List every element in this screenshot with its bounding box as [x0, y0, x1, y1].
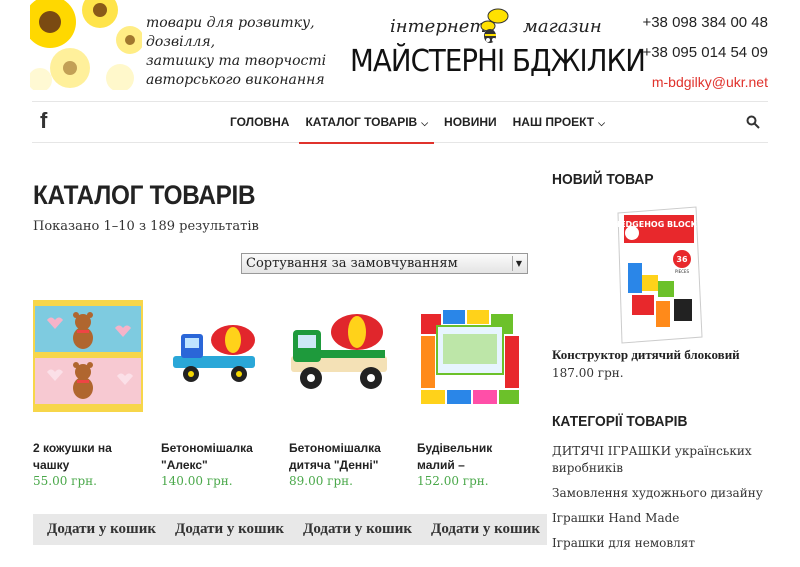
chevron-down-icon: ▼	[512, 256, 525, 271]
bee-icon	[480, 8, 509, 43]
add-to-cart-row: Додати у кошик Додати у кошик Додати у к…	[33, 514, 547, 545]
category-link[interactable]: Іграшки Hand Made	[552, 510, 782, 527]
category-link[interactable]: ДИТЯЧІ ІГРАШКИ українських виробників	[552, 443, 782, 477]
add-to-cart-button[interactable]: Додати у кошик	[175, 514, 284, 545]
sort-select[interactable]: Сортування за замовчуванням ▼	[241, 253, 528, 274]
chevron-down-icon: ⌵	[421, 118, 429, 128]
nav-item-our-project[interactable]: НАШ ПРОЕКТ ⌵	[505, 102, 613, 142]
product-price: 152.00 грн.	[417, 474, 489, 488]
nav-item-label: НОВИНИ	[444, 115, 497, 129]
nav-item-label: КАТАЛОГ ТОВАРІВ	[305, 115, 418, 129]
site-logo[interactable]: інтернет магазин МАЙСТЕРНІ БДЖІЛКИ	[348, 4, 646, 84]
box-count-text: 36	[676, 255, 688, 264]
chevron-down-icon: ⌵	[598, 118, 605, 128]
phone-number[interactable]: +38 098 384 00 48	[642, 12, 768, 42]
logo-subtitle-left: інтернет	[390, 16, 487, 37]
site-header: товари для розвитку, дозвілля, затишку т…	[0, 0, 800, 100]
tagline-line: авторського виконання	[146, 72, 325, 88]
box-unit-text: PIECES	[675, 269, 689, 274]
new-product-price: 187.00 грн.	[552, 366, 624, 380]
new-product-title[interactable]: Конструктор дитячий блоковий	[552, 347, 740, 363]
nav-menu: ГОЛОВНА КАТАЛОГ ТОВАРІВ ⌵ НОВИНИ НАШ ПРОЕ…	[222, 102, 613, 144]
main-nav: f ГОЛОВНА КАТАЛОГ ТОВАРІВ ⌵ НОВИНИ НАШ ПР…	[32, 101, 768, 144]
email-link[interactable]: m-bdgilky@ukr.net	[642, 72, 768, 92]
category-link[interactable]: Іграшки для немовлят	[552, 535, 782, 552]
nav-item-news[interactable]: НОВИНИ	[436, 102, 505, 142]
contact-block: +38 098 384 00 48 +38 095 014 54 09 m-bd…	[642, 12, 768, 92]
add-to-cart-button[interactable]: Додати у кошик	[47, 514, 156, 545]
product-image[interactable]	[417, 300, 527, 412]
new-product-heading: НОВИЙ ТОВАР	[552, 171, 654, 188]
sunflower-decoration	[30, 0, 142, 90]
tagline-line: товари для розвитку, дозвілля,	[146, 15, 315, 50]
nav-item-label: ГОЛОВНА	[230, 115, 290, 129]
result-count: Показано 1–10 з 189 результатів	[33, 219, 259, 234]
sort-selected-value: Сортування за замовчуванням	[246, 256, 458, 271]
logo-title: МАЙСТЕРНІ БДЖІЛКИ	[350, 44, 646, 79]
product-image[interactable]	[33, 300, 143, 412]
product-price: 55.00 грн.	[33, 474, 97, 488]
page-title: КАТАЛОГ ТОВАРІВ	[33, 180, 256, 210]
category-list: ДИТЯЧІ ІГРАШКИ українських виробників За…	[552, 443, 782, 560]
product-title[interactable]: Бетономішалка дитяча "Денні"	[289, 440, 405, 474]
product-image[interactable]	[289, 300, 399, 412]
logo-subtitle-right: магазин	[523, 16, 602, 37]
site-tagline: товари для розвитку, дозвілля, затишку т…	[146, 14, 361, 90]
add-to-cart-button[interactable]: Додати у кошик	[303, 514, 412, 545]
nav-item-home[interactable]: ГОЛОВНА	[222, 102, 297, 142]
nav-item-label: НАШ ПРОЕКТ	[512, 115, 595, 129]
product-title[interactable]: 2 кожушки на чашку "Ведмедики". Грелки	[33, 440, 149, 474]
new-product-image[interactable]: HEDGEHOG BLOCKS 36 PIECES	[612, 205, 704, 345]
nav-item-catalog[interactable]: КАТАЛОГ ТОВАРІВ ⌵	[297, 102, 436, 144]
category-link[interactable]: Замовлення художнього дизайну	[552, 485, 782, 502]
product-image[interactable]	[161, 300, 271, 412]
categories-heading: КАТЕГОРІЇ ТОВАРІВ	[552, 413, 688, 430]
phone-number[interactable]: +38 095 014 54 09	[642, 42, 768, 72]
box-brand-text: HEDGEHOG BLOCKS	[613, 220, 702, 229]
product-title[interactable]: Будівельник малий – конструктор для	[417, 440, 533, 474]
add-to-cart-button[interactable]: Додати у кошик	[431, 514, 540, 545]
product-title[interactable]: Бетономішалка "Алекс"	[161, 440, 277, 474]
product-price: 89.00 грн.	[289, 474, 353, 488]
tagline-line: затишку та творчості	[146, 53, 327, 69]
facebook-icon[interactable]: f	[40, 109, 56, 133]
search-icon[interactable]	[746, 115, 760, 129]
product-price: 140.00 грн.	[161, 474, 233, 488]
